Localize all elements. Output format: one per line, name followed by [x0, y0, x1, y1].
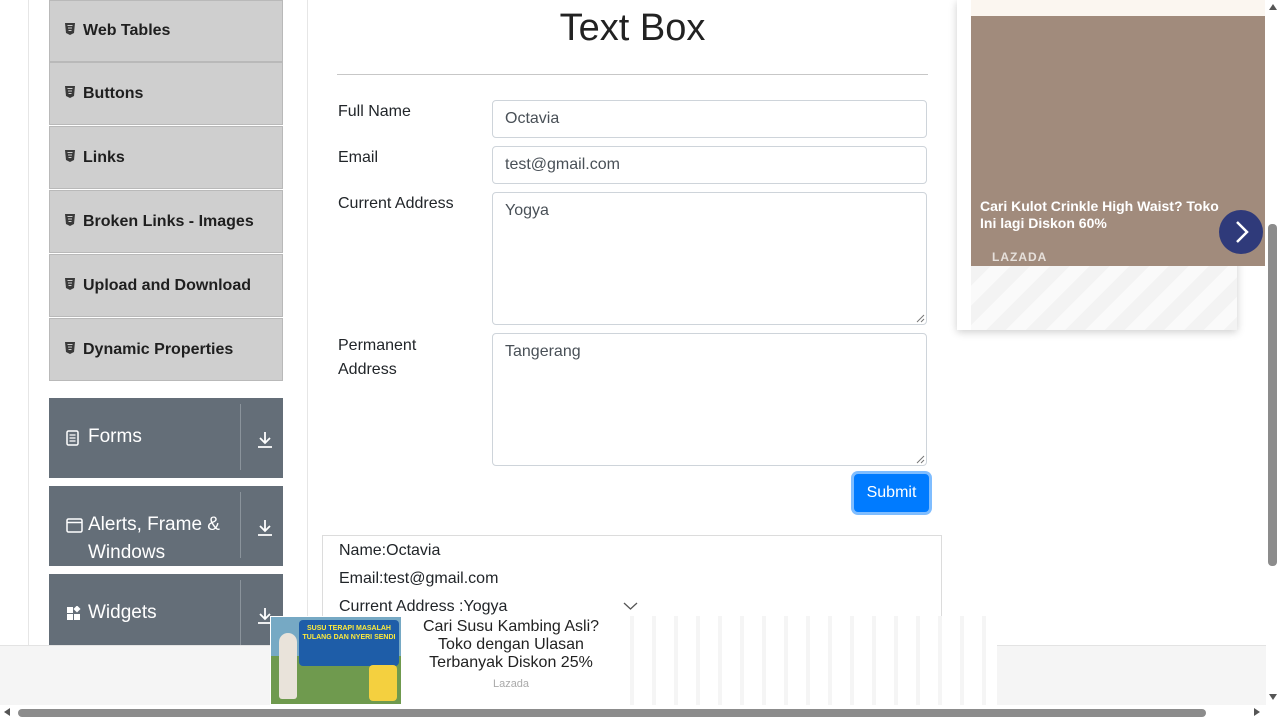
side-ad-text[interactable]: Cari Kulot Crinkle High Waist? Toko Ini …	[980, 198, 1230, 232]
title-divider	[337, 74, 928, 75]
sidebar-item-links[interactable]: Links	[49, 126, 283, 189]
page-title: Text Box	[559, 7, 706, 49]
resize-grip-icon[interactable]	[916, 455, 925, 464]
sidebar-group-widgets[interactable]: Widgets	[49, 574, 283, 646]
current-address-label: Current Address	[338, 195, 454, 212]
sidebar-item-dynamic-properties[interactable]: Dynamic Properties	[49, 318, 283, 381]
full-name-input[interactable]	[492, 100, 927, 138]
submit-button[interactable]: Submit	[854, 474, 929, 512]
sidebar-item-label: Links	[83, 148, 125, 166]
document-icon	[66, 430, 79, 446]
widgets-icon	[67, 606, 81, 620]
product-can	[369, 665, 397, 701]
bottom-ad-image[interactable]: SUSU TERAPI MASALAH TULANG DAN NYERI SEN…	[271, 617, 401, 704]
bottom-ad-pattern	[612, 616, 997, 705]
bottom-ad-text[interactable]: Cari Susu Kambing Asli? Toko dengan Ulas…	[410, 618, 612, 672]
email-label: Email	[338, 149, 379, 166]
vertical-scroll-thumb[interactable]	[1268, 224, 1277, 566]
email-input[interactable]	[492, 146, 927, 184]
output-email: Email:test@gmail.com	[339, 570, 499, 587]
horizontal-scroll-thumb[interactable]	[18, 709, 1206, 717]
sidebar-item-label: Dynamic Properties	[83, 340, 234, 358]
html5-icon	[65, 213, 75, 226]
side-ad-pattern	[971, 266, 1237, 330]
window-icon	[66, 518, 83, 533]
scroll-down-arrow-icon[interactable]	[1268, 693, 1278, 701]
download-arrow-icon[interactable]	[257, 431, 273, 449]
sidebar-item-upload-download[interactable]: Upload and Download	[49, 254, 283, 317]
sidebar-group-forms[interactable]: Forms	[49, 398, 283, 478]
ad-next-button[interactable]	[1219, 210, 1263, 254]
runner-figure	[279, 633, 297, 699]
side-ad-top-strip	[971, 0, 1265, 16]
download-arrow-icon[interactable]	[257, 519, 273, 537]
permanent-address-label: Permanent Address	[338, 337, 417, 378]
chevron-down-icon[interactable]	[623, 601, 638, 611]
group-label: Widgets	[88, 602, 157, 623]
full-name-label: Full Name	[338, 103, 411, 120]
html5-icon	[65, 149, 75, 162]
group-divider	[240, 492, 241, 558]
html5-icon	[65, 23, 75, 35]
sidebar-item-label: Buttons	[83, 84, 144, 102]
sidebar-group-alerts[interactable]: Alerts, Frame & Windows	[49, 486, 283, 566]
group-label: Forms	[88, 426, 142, 447]
sidebar-item-label: Upload and Download	[83, 276, 251, 294]
sidebar-item-broken-links[interactable]: Broken Links - Images	[49, 190, 283, 253]
scroll-left-arrow-icon[interactable]	[3, 707, 11, 717]
output-name: Name:Octavia	[339, 542, 441, 559]
permanent-address-textarea[interactable]: Tangerang	[492, 333, 927, 466]
sidebar-item-web-tables[interactable]: Web Tables	[49, 0, 283, 62]
group-divider	[240, 580, 241, 646]
html5-icon	[65, 341, 75, 354]
scroll-up-arrow-icon[interactable]	[1268, 3, 1278, 11]
output-box: Name:Octavia Email:test@gmail.com Curren…	[322, 535, 942, 625]
group-label: Alerts, Frame & Windows	[88, 514, 220, 563]
scroll-right-arrow-icon[interactable]	[1253, 707, 1261, 717]
html5-icon	[65, 85, 75, 98]
sidebar-item-buttons[interactable]: Buttons	[49, 62, 283, 125]
resize-grip-icon[interactable]	[916, 314, 925, 323]
chevron-right-icon	[1236, 221, 1249, 243]
sidebar-item-label: Broken Links - Images	[83, 212, 254, 230]
group-divider	[240, 404, 241, 470]
html5-icon	[65, 277, 75, 290]
side-ad-brand: LAZADA	[992, 250, 1048, 264]
ad-image-badge: SUSU TERAPI MASALAH TULANG DAN NYERI SEN…	[299, 620, 399, 666]
bottom-ad-brand: Lazada	[492, 678, 530, 690]
current-address-textarea[interactable]: Yogya	[492, 192, 927, 325]
sidebar-item-label: Web Tables	[83, 22, 171, 39]
